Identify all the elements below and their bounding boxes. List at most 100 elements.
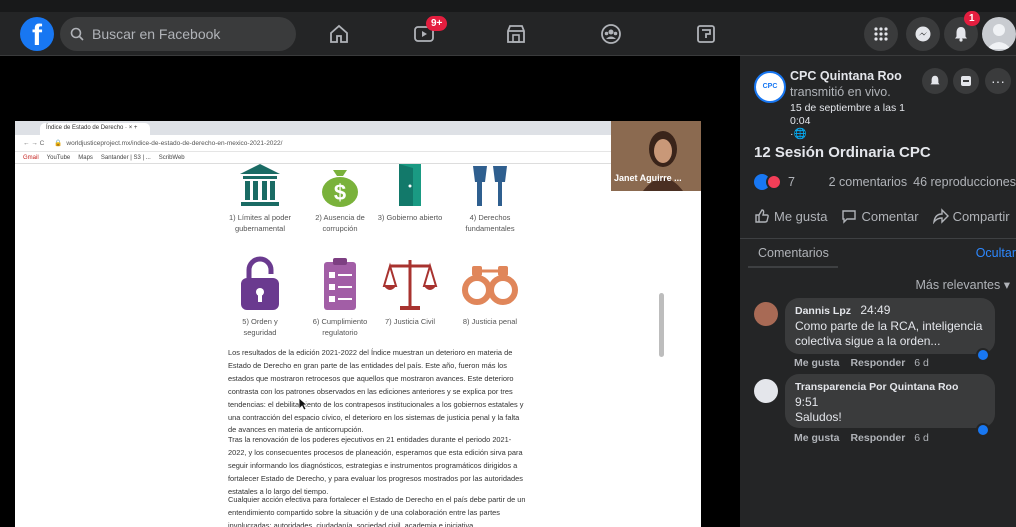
url-text: worldjusticeproject.mx/indice-de-estado-… (66, 139, 283, 147)
open-door-icon (399, 164, 421, 206)
bookmark-item[interactable]: Maps (78, 155, 93, 161)
commenter-avatar[interactable] (754, 379, 778, 403)
bookmark-item[interactable]: Santander | S3 | ... (101, 155, 151, 161)
comment-like-button[interactable]: Me gusta (794, 432, 840, 444)
video-badge: 9+ (426, 16, 448, 31)
love-reaction-icon[interactable] (766, 174, 782, 190)
more-options-icon[interactable]: ··· (985, 68, 1011, 94)
sort-comments-dropdown[interactable]: Más relevantes ▾ (915, 277, 1010, 292)
comment-icon (842, 210, 857, 224)
top-navigation-bar: f Buscar en Facebook 9+ 1 (0, 11, 1016, 56)
comments-count[interactable]: 2 comentarios (829, 175, 908, 189)
groups-icon[interactable] (595, 18, 627, 50)
notification-badge: 1 (964, 11, 980, 26)
post-date-line: 15 de septiembre a las 1 (790, 102, 905, 114)
hide-comments-button[interactable]: Ocultar (976, 246, 1016, 260)
globe-icon: ·🌐 (790, 128, 807, 140)
zoom-watermark: zoom (597, 414, 694, 454)
comment-bubble: Dannis Lpz 24:49 Como parte de la RCA, i… (785, 298, 995, 354)
handcuffs-icon (462, 266, 518, 305)
padlock-icon (241, 256, 279, 310)
indicator-icons-grid: 1) Límites al poder gubernamental $ 2) A… (15, 162, 701, 338)
search-icon (70, 27, 84, 41)
notifications-icon[interactable]: 1 (944, 11, 980, 51)
indicator-order-security: 5) Orden y seguridad (225, 256, 295, 338)
comment-bubble: Transparencia Por Quintana Roo 9:51 Salu… (785, 374, 995, 428)
share-label: Compartir (952, 208, 1010, 224)
comment-button[interactable]: Comentar (841, 208, 919, 224)
mouse-cursor-icon (298, 397, 308, 411)
scales-icon (382, 260, 438, 310)
comments-tab-row: Comentarios Ocultar (758, 246, 1016, 260)
comment-age[interactable]: 6 d (914, 432, 929, 444)
comment-actions: Me gusta Responder 6 d (794, 432, 929, 444)
comment-age[interactable]: 6 d (914, 357, 929, 369)
watch-video-icon[interactable]: 9+ (408, 16, 448, 50)
share-button[interactable]: Compartir (932, 208, 1010, 224)
money-bag-icon: $ (322, 170, 358, 207)
svg-text:$: $ (334, 180, 346, 205)
search-input[interactable]: Buscar en Facebook (60, 17, 296, 51)
follow-bell-icon[interactable] (922, 68, 948, 94)
indicator-open-government: 3) Gobierno abierto (375, 162, 445, 223)
post-date-line: 0:04 (790, 115, 811, 127)
comment-like-button[interactable]: Me gusta (794, 357, 840, 369)
post-date[interactable]: 15 de septiembre a las 1 0:04 ·🌐 (790, 102, 905, 141)
comment-like-badge-icon (976, 423, 990, 437)
speaker-video-thumbnail[interactable]: Janet Aguirre ... (611, 121, 701, 191)
marketplace-icon[interactable] (500, 18, 532, 50)
page-scrollbar[interactable] (659, 293, 664, 357)
bookmark-item[interactable]: ScribWeb (159, 155, 185, 161)
indicator-corruption: $ 2) Ausencia de corrupción (305, 162, 375, 234)
home-icon[interactable] (323, 18, 355, 50)
commenter-avatar[interactable] (754, 302, 778, 326)
paragraph-1: Los resultados de la edición 2021-2022 d… (228, 348, 524, 435)
post-side-panel: CPC CPC Quintana Roo transmitió en vivo.… (740, 56, 1016, 527)
messenger-icon[interactable] (906, 17, 940, 51)
indicator-limits: 1) Límites al poder gubernamental (225, 162, 295, 234)
gaming-icon[interactable] (690, 18, 722, 50)
comment-reply-button[interactable]: Responder (850, 357, 905, 369)
lock-icon: 🔒 (54, 140, 63, 147)
people-icon (473, 166, 507, 206)
browser-tab-strip: Índice de Estado de Derecho · × + (15, 121, 701, 135)
comment-text: Saludos! (795, 410, 842, 424)
tab-underline (748, 266, 838, 268)
browser-address-bar[interactable]: ← → C 🔒 worldjusticeproject.mx/indice-de… (15, 135, 701, 152)
clipboard-icon (324, 258, 356, 310)
comment-author[interactable]: Transparencia Por Quintana Roo (795, 381, 958, 393)
comment-like-badge-icon (976, 348, 990, 362)
bookmark-item[interactable]: YouTube (47, 155, 71, 161)
comment-author[interactable]: Dannis Lpz (795, 305, 851, 317)
share-icon (932, 208, 949, 224)
nav-arrows-icon[interactable]: ← → C (23, 140, 44, 147)
facebook-logo[interactable]: f (20, 17, 54, 51)
indicator-criminal-justice: 8) Justicia penal (455, 256, 525, 327)
comment-text: Como parte de la RCA, inteligencia colec… (795, 319, 983, 348)
reactions-row: 7 2 comentarios 46 reproducciones (754, 174, 1016, 190)
paragraph-3: Cualquier acción efectiva para fortalece… (228, 495, 526, 527)
post-action-text: transmitió en vivo. (790, 85, 891, 99)
speaker-name: Janet Aguirre ... (614, 173, 682, 183)
like-button[interactable]: Me gusta (754, 208, 827, 224)
government-building-icon (240, 164, 280, 206)
menu-grid-icon[interactable] (864, 17, 898, 51)
comment-reply-button[interactable]: Responder (850, 432, 905, 444)
post-actions-row: Me gusta Comentar Compartir (754, 208, 1016, 224)
reaction-count[interactable]: 7 (788, 175, 795, 189)
paragraph-2: Tras la renovación de los poderes ejecut… (228, 435, 523, 496)
tab-comments[interactable]: Comentarios (758, 246, 829, 260)
page-avatar[interactable]: CPC (754, 71, 786, 103)
bookmark-item[interactable]: Gmail (23, 155, 39, 161)
comment-time[interactable]: 24:49 (860, 303, 890, 317)
shared-browser-screen: Índice de Estado de Derecho · × + ← → C … (15, 121, 701, 527)
page-name[interactable]: CPC Quintana Roo (790, 69, 902, 83)
browser-tab[interactable]: Índice de Estado de Derecho · × + (40, 123, 150, 135)
save-icon[interactable] (953, 68, 979, 94)
search-placeholder: Buscar en Facebook (92, 26, 221, 42)
comment-time[interactable]: 9:51 (795, 395, 818, 409)
divider (740, 238, 1016, 239)
indicator-regulatory: 6) Cumplimiento regulatorio (305, 256, 375, 338)
like-label: Me gusta (774, 208, 828, 224)
account-avatar[interactable] (982, 17, 1016, 51)
